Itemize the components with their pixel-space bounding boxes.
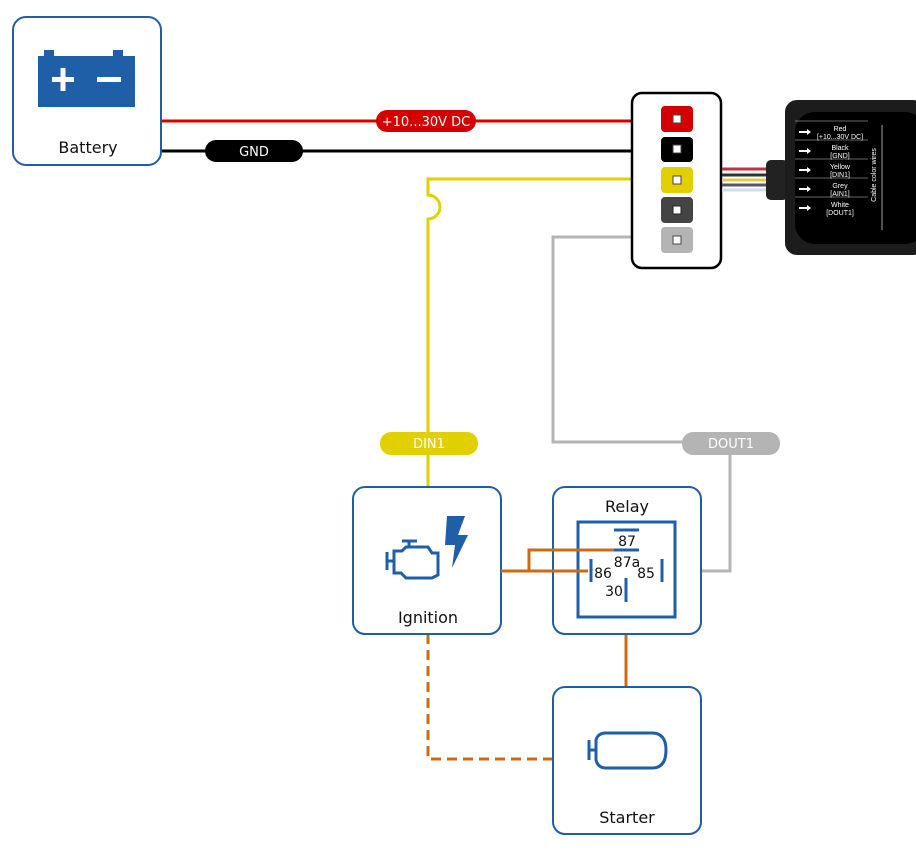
pin-86-label: 86: [594, 566, 612, 582]
device-row-color: White: [831, 202, 849, 209]
gnd-label-pill: GND: [205, 140, 303, 162]
pin-yellow: [661, 167, 693, 193]
pin-darkgrey: [661, 197, 693, 223]
relay-node: Relay 87 87a 86 85 30: [501, 486, 702, 635]
battery-icon: [38, 50, 135, 107]
ignition-node: Ignition: [352, 486, 502, 635]
din1-label-pill: DIN1: [380, 432, 478, 455]
device-row-color: Grey: [832, 183, 848, 190]
pin-85-label: 85: [637, 566, 655, 582]
pin-30-label: 30: [605, 584, 623, 600]
wiring-diagram: +10...30V DC GND DIN1 DOUT1 Battery Cabl…: [0, 0, 916, 852]
device-title: Cable color wires: [871, 148, 878, 202]
gnd-label: GND: [239, 145, 269, 160]
device-row-color: Red: [834, 126, 847, 133]
battery-label: Battery: [58, 138, 117, 157]
pin-87-label: 87: [618, 534, 636, 550]
connector-block: [630, 91, 723, 270]
relay-label: Relay: [605, 497, 649, 516]
power-label-pill: +10...30V DC: [376, 110, 476, 132]
device-row-color: Yellow: [830, 164, 851, 171]
device-row-color: Black: [831, 145, 849, 152]
pin-lightgrey: [661, 227, 693, 253]
starter-label: Starter: [599, 808, 655, 827]
ignition-starter-dashed-wire: [426, 634, 553, 761]
battery-node: Battery: [12, 16, 162, 166]
dout1-label: DOUT1: [708, 437, 754, 452]
power-label: +10...30V DC: [382, 115, 471, 130]
pin-red: [661, 106, 693, 132]
dout1-label-pill: DOUT1: [682, 432, 780, 455]
starter-node: Starter: [552, 686, 702, 835]
pin-black: [661, 137, 693, 162]
device-row-signal: [DOUT1]: [826, 210, 854, 217]
device-cable: [722, 160, 788, 200]
tracker-device: Cable color wires Red[+10...30V DC] Blac…: [785, 100, 916, 255]
ignition-label: Ignition: [398, 608, 458, 627]
din1-label: DIN1: [413, 437, 445, 452]
